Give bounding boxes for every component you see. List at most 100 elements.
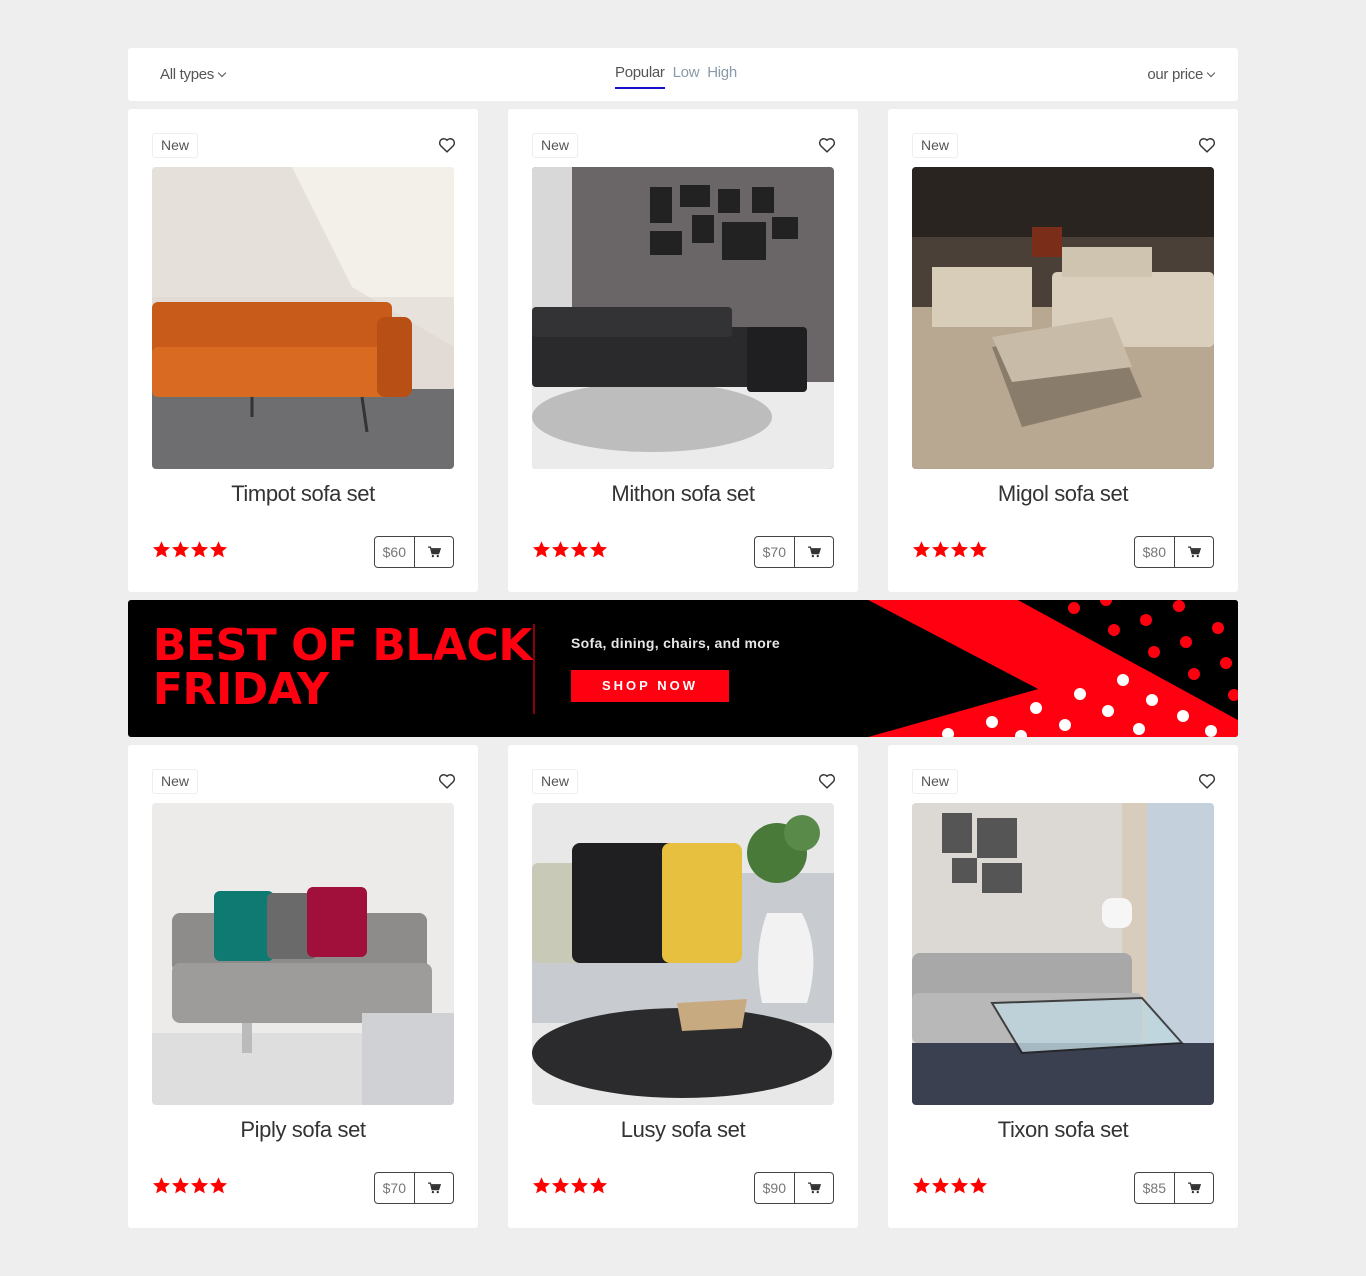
product-price: $70	[755, 537, 795, 567]
star-icon	[551, 1176, 570, 1200]
heart-icon[interactable]	[438, 137, 456, 153]
product-card[interactable]: New Timpot sofa set $60	[128, 109, 478, 592]
price-cart-group: $60	[373, 536, 454, 568]
price-cart-group: $85	[1133, 1172, 1214, 1204]
promo-banner[interactable]: BEST OF BLACK FRIDAY Sofa, dining, chair…	[128, 600, 1238, 737]
rating-stars	[152, 1176, 228, 1200]
heart-icon[interactable]	[1198, 137, 1216, 153]
price-dropdown-label: our price	[1147, 66, 1203, 83]
banner-decoration	[868, 600, 1238, 737]
product-name[interactable]: Lusy sofa set	[508, 1117, 858, 1143]
rating-stars	[912, 540, 988, 564]
new-badge: New	[912, 133, 959, 158]
star-icon	[190, 1176, 209, 1200]
banner-headline-line2: FRIDAY	[153, 664, 329, 715]
shop-now-button[interactable]: SHOP NOW	[571, 670, 729, 702]
star-icon	[532, 540, 551, 564]
product-name[interactable]: Piply sofa set	[128, 1117, 478, 1143]
product-price: $80	[1135, 537, 1175, 567]
product-listing: All types Popular Low High our price New…	[128, 48, 1238, 1228]
star-icon	[190, 540, 209, 564]
cart-icon	[427, 546, 441, 558]
heart-icon[interactable]	[438, 773, 456, 789]
cart-icon	[807, 546, 821, 558]
add-to-cart-button[interactable]	[1175, 537, 1213, 567]
heart-icon[interactable]	[1198, 773, 1216, 789]
star-icon	[209, 1176, 228, 1200]
rating-stars	[152, 540, 228, 564]
star-icon	[969, 1176, 988, 1200]
add-to-cart-button[interactable]	[1175, 1173, 1213, 1203]
star-icon	[152, 540, 171, 564]
rating-stars	[532, 540, 608, 564]
sort-tabs: Popular Low High	[615, 64, 737, 89]
star-icon	[912, 540, 931, 564]
star-icon	[912, 1176, 931, 1200]
product-row: New Timpot sofa set $60 New Mithon sofa …	[128, 109, 1238, 592]
product-price: $60	[375, 537, 415, 567]
star-icon	[209, 540, 228, 564]
product-name[interactable]: Migol sofa set	[888, 481, 1238, 507]
chevron-down-icon	[1206, 68, 1216, 78]
add-to-cart-button[interactable]	[415, 537, 453, 567]
star-icon	[532, 1176, 551, 1200]
cart-icon	[1187, 546, 1201, 558]
star-icon	[589, 540, 608, 564]
product-name[interactable]: Timpot sofa set	[128, 481, 478, 507]
product-image-cushions-vase-coffee-table[interactable]	[532, 803, 834, 1105]
price-cart-group: $70	[753, 536, 834, 568]
product-name[interactable]: Tixon sofa set	[888, 1117, 1238, 1143]
rating-stars	[532, 1176, 608, 1200]
product-price: $90	[755, 1173, 795, 1203]
rating-stars	[912, 1176, 988, 1200]
star-icon	[589, 1176, 608, 1200]
cart-icon	[427, 1182, 441, 1194]
filter-bar: All types Popular Low High our price	[128, 48, 1238, 101]
new-badge: New	[152, 133, 199, 158]
product-price: $85	[1135, 1173, 1175, 1203]
banner-headline-line1: BEST OF BLACK	[153, 620, 532, 671]
chevron-down-icon	[217, 68, 227, 78]
tab-popular[interactable]: Popular	[615, 64, 665, 89]
star-icon	[570, 540, 589, 564]
new-badge: New	[532, 133, 579, 158]
type-dropdown-label: All types	[160, 66, 214, 83]
tab-high[interactable]: High	[707, 64, 737, 89]
type-dropdown[interactable]: All types	[160, 66, 227, 83]
star-icon	[950, 1176, 969, 1200]
add-to-cart-button[interactable]	[795, 1173, 833, 1203]
banner-subtitle: Sofa, dining, chairs, and more	[571, 635, 780, 651]
product-card[interactable]: New Lusy sofa set $90	[508, 745, 858, 1228]
price-cart-group: $90	[753, 1172, 834, 1204]
product-image-showroom-beige-sofas[interactable]	[912, 167, 1214, 469]
product-price: $70	[375, 1173, 415, 1203]
add-to-cart-button[interactable]	[795, 537, 833, 567]
star-icon	[969, 540, 988, 564]
star-icon	[551, 540, 570, 564]
star-icon	[171, 540, 190, 564]
heart-icon[interactable]	[818, 773, 836, 789]
price-cart-group: $80	[1133, 536, 1214, 568]
banner-divider	[533, 624, 535, 714]
product-image-grey-sofa-colored-pillows[interactable]	[152, 803, 454, 1105]
product-image-orange-leather-sofa[interactable]	[152, 167, 454, 469]
star-icon	[950, 540, 969, 564]
product-image-black-sectional-sofa[interactable]	[532, 167, 834, 469]
star-icon	[570, 1176, 589, 1200]
add-to-cart-button[interactable]	[415, 1173, 453, 1203]
new-badge: New	[532, 769, 579, 794]
product-card[interactable]: New Mithon sofa set $70	[508, 109, 858, 592]
product-image-living-room-glass-table[interactable]	[912, 803, 1214, 1105]
star-icon	[931, 540, 950, 564]
tab-low[interactable]: Low	[673, 64, 700, 89]
product-card[interactable]: New Tixon sofa set $85	[888, 745, 1238, 1228]
new-badge: New	[152, 769, 199, 794]
star-icon	[152, 1176, 171, 1200]
product-card[interactable]: New Migol sofa set $80	[888, 109, 1238, 592]
star-icon	[931, 1176, 950, 1200]
price-cart-group: $70	[373, 1172, 454, 1204]
product-card[interactable]: New Piply sofa set $70	[128, 745, 478, 1228]
product-name[interactable]: Mithon sofa set	[508, 481, 858, 507]
heart-icon[interactable]	[818, 137, 836, 153]
price-dropdown[interactable]: our price	[1147, 66, 1216, 83]
